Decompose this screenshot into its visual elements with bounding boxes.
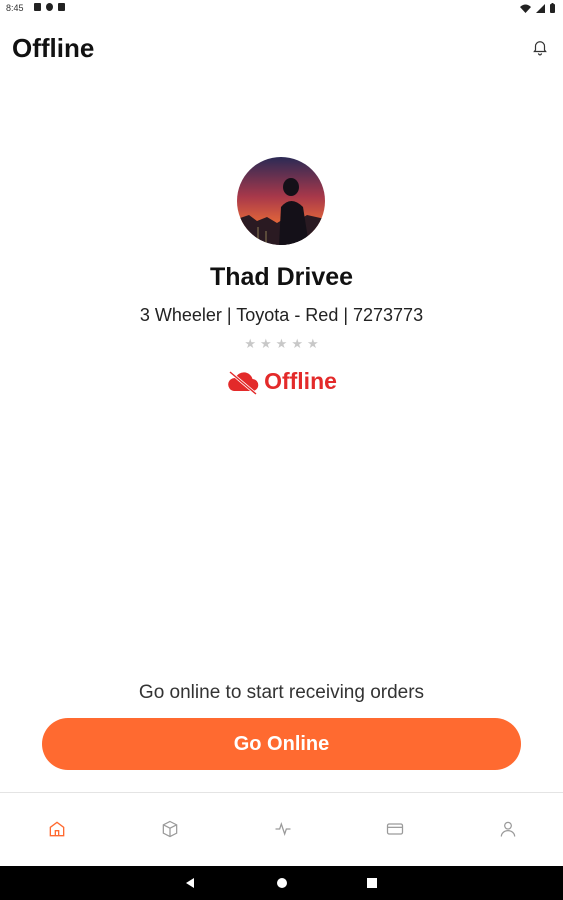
status-label: Offline [264, 368, 337, 394]
bottom-nav [0, 792, 563, 867]
bell-icon[interactable] [531, 38, 549, 56]
status-time: 8:45 [6, 3, 24, 13]
star-icon: ★ [306, 336, 319, 351]
star-icon: ★ [244, 336, 257, 351]
home-icon[interactable] [47, 819, 67, 839]
user-icon[interactable] [498, 819, 518, 839]
star-icon: ★ [291, 336, 303, 351]
package-icon[interactable] [160, 819, 180, 839]
driver-name: Thad Drivee [209, 263, 354, 291]
page-title: Offline [12, 33, 95, 63]
notification-icons [34, 3, 65, 11]
back-icon[interactable] [184, 877, 196, 889]
wifi-icon [520, 4, 531, 13]
rating-stars: ★ ★ ★ ★ ★ [0, 336, 563, 352]
notification-icon [34, 3, 41, 11]
avatar [237, 157, 325, 245]
home-nav-icon[interactable] [276, 877, 288, 889]
sim-icon [58, 3, 65, 11]
go-online-button[interactable]: Go Online [42, 718, 521, 770]
activity-icon[interactable] [273, 819, 293, 839]
system-status-icons [520, 3, 555, 13]
cloud-off-icon [228, 370, 259, 395]
signal-icon [536, 3, 545, 13]
star-icon: ★ [275, 336, 288, 351]
card-icon[interactable] [385, 819, 405, 839]
system-nav-bar [0, 866, 563, 900]
status-bar: 8:45 [0, 0, 563, 18]
sync-icon [46, 3, 53, 11]
driver-status: Offline [0, 368, 563, 395]
go-online-prompt: Go online to start receiving orders [138, 682, 425, 703]
star-icon: ★ [260, 336, 272, 351]
vehicle-info: 3 Wheeler | Toyota - Red | 7273773 [139, 305, 424, 325]
recents-icon[interactable] [366, 877, 378, 889]
battery-icon [550, 3, 555, 13]
